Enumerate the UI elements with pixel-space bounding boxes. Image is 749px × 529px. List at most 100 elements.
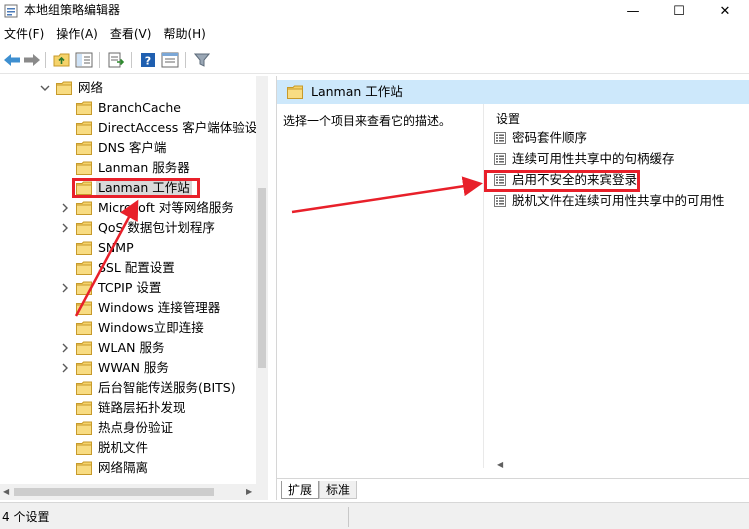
folder-icon [76,421,92,435]
folder-icon [76,321,92,335]
settings-horizontal-scrollbar[interactable]: ◀ [483,456,749,472]
folder-icon [76,401,92,415]
setting-label: 脱机文件在连续可用性共享中的可用性 [512,193,725,208]
close-button[interactable]: ✕ [702,0,748,22]
chevron-right-icon[interactable] [60,203,70,213]
tree-item-label: Windows 连接管理器 [98,300,221,315]
tab-extended[interactable]: 扩展 [281,481,320,499]
tree-item[interactable]: Lanman 工作站 [0,178,256,198]
status-separator [348,507,349,527]
tree-item-label: TCPIP 设置 [98,280,162,295]
group-policy-app-icon [4,4,18,18]
tree-item[interactable]: 链路层拓扑发现 [0,398,256,418]
minimize-button[interactable]: — [610,0,656,22]
tree-item[interactable]: Windows立即连接 [0,318,256,338]
tree-item[interactable]: 后台智能传送服务(BITS) [0,378,256,398]
svg-text:?: ? [145,55,151,68]
settings-list: 设置 密码套件顺序 连续可用性共享中的句柄缓存 启用不安全的来宾登录 脱机文件在连续可… [483,104,749,468]
tree-vertical-scrollbar[interactable] [256,76,268,484]
tree-item-label: 链路层拓扑发现 [98,400,186,415]
folder-icon [76,341,92,355]
chevron-right-icon[interactable] [60,363,70,373]
setting-label: 启用不安全的来宾登录 [512,172,638,187]
menu-action[interactable]: 操作(A) [50,24,104,44]
tree-item[interactable]: Windows 连接管理器 [0,298,256,318]
tree-item[interactable]: WWAN 服务 [0,358,256,378]
tab-standard[interactable]: 标准 [319,481,358,499]
export-list-icon[interactable] [106,50,126,70]
chevron-down-icon[interactable] [40,83,50,93]
show-hide-tree-icon[interactable] [74,50,94,70]
tree-item[interactable]: 网络隔离 [0,458,256,478]
menu-file[interactable]: 文件(F) [0,24,50,44]
tree-item[interactable]: DNS 客户端 [0,138,256,158]
folder-icon [76,141,92,155]
tree-vertical-scroll-thumb[interactable] [258,188,266,368]
folder-icon [76,461,92,475]
tree-item-label: DirectAccess 客户端体验设置 [98,120,268,135]
folder-icon [76,201,92,215]
tree-item[interactable]: SNMP [0,238,256,258]
details-pane: Lanman 工作站 选择一个项目来查看它的描述。 设置 密码套件顺序 连续可用性… [276,76,749,500]
tree-item-label: Windows立即连接 [98,320,204,335]
forward-icon[interactable] [22,50,42,70]
tree-item[interactable]: 热点身份验证 [0,418,256,438]
setting-label: 密码套件顺序 [512,130,588,145]
folder-icon [76,281,92,295]
scroll-right-arrow-icon[interactable]: ▶ [246,487,252,496]
folder-icon [76,221,92,235]
toolbar-separator [131,52,132,68]
tree-item[interactable]: TCPIP 设置 [0,278,256,298]
status-bar: 4 个设置 [0,502,749,529]
tree-item[interactable]: 脱机文件 [0,438,256,458]
menu-help[interactable]: 帮助(H) [157,24,211,44]
folder-icon [76,161,92,175]
tree-item-label: BranchCache [98,100,181,115]
tree-item-label: 网络隔离 [98,460,149,475]
tree-item[interactable]: WLAN 服务 [0,338,256,358]
tree-item-label: 脱机文件 [98,440,149,455]
policy-setting-icon [494,195,506,207]
tree-horizontal-scroll-thumb[interactable] [14,488,214,496]
folder-icon [76,121,92,135]
tree-item[interactable]: BranchCache [0,98,256,118]
tree-item-label: WLAN 服务 [98,340,165,355]
menu-view[interactable]: 查看(V) [104,24,158,44]
folder-icon [76,381,92,395]
toolbar-separator [185,52,186,68]
details-header-title: Lanman 工作站 [311,84,403,99]
folder-icon [56,81,72,95]
column-header-setting[interactable]: 设置 [496,110,520,127]
tree-item-label: 网络 [78,80,104,95]
tree-item[interactable]: Lanman 服务器 [0,158,256,178]
folder-icon [76,261,92,275]
menu-bar: 文件(F) 操作(A) 查看(V) 帮助(H) [0,24,749,44]
chevron-right-icon[interactable] [60,343,70,353]
window-title: 本地组策略编辑器 [24,3,121,17]
tree-item[interactable]: QoS 数据包计划程序 [0,218,256,238]
scroll-left-arrow-icon[interactable]: ◀ [497,460,503,469]
up-folder-icon[interactable] [52,50,72,70]
tree-item[interactable]: SSL 配置设置 [0,258,256,278]
tree-item[interactable]: DirectAccess 客户端体验设置 [0,118,268,138]
scroll-left-arrow-icon[interactable]: ◀ [3,487,9,496]
filter-icon[interactable] [192,50,212,70]
toolbar-separator [99,52,100,68]
chevron-right-icon[interactable] [60,283,70,293]
title-bar: 本地组策略编辑器 — ☐ ✕ [0,0,749,22]
help-icon[interactable]: ? [138,50,158,70]
back-icon[interactable] [2,50,22,70]
tree-item-label: 热点身份验证 [98,420,174,435]
chevron-right-icon[interactable] [60,223,70,233]
folder-icon [76,181,92,195]
tree-item[interactable]: Microsoft 对等网络服务 [0,198,256,218]
policy-setting-icon [494,132,506,144]
folder-icon [76,441,92,455]
tree-item-label: 后台智能传送服务(BITS) [98,380,236,395]
policy-setting-icon [494,153,506,165]
maximize-button[interactable]: ☐ [656,0,702,22]
folder-icon [76,241,92,255]
tree-horizontal-scrollbar[interactable]: ◀ ▶ [0,484,268,500]
tree-item[interactable]: 网络 [0,78,256,98]
properties-icon[interactable] [160,50,180,70]
